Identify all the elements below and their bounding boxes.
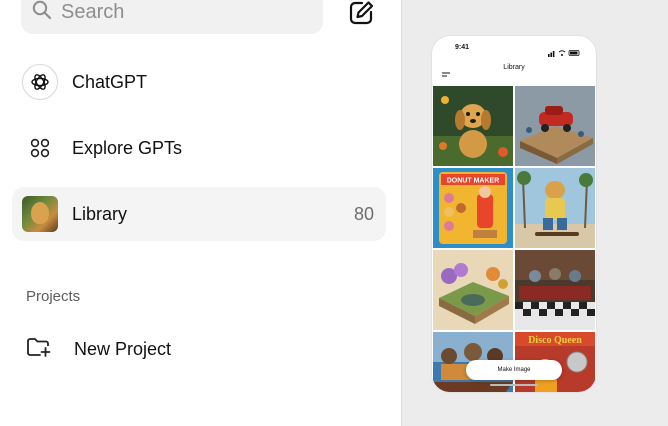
chatgpt-icon-wrap: [22, 64, 58, 100]
make-image-button[interactable]: Make Image: [466, 360, 562, 380]
sidebar: ChatGPT Explore GPTs Library 80 Projects: [0, 0, 402, 426]
library-thumbnail: [22, 196, 58, 232]
image-tile-diner-diorama[interactable]: [515, 250, 595, 330]
status-icons: [548, 44, 582, 57]
search-bar[interactable]: [21, 0, 323, 34]
phone-header: Library: [432, 58, 596, 82]
grid-dots-icon: [22, 130, 58, 166]
phone-mockup: 9:41 Library DONUT MAKER Disco Queen Mak…: [432, 36, 596, 392]
sidebar-item-explore-gpts[interactable]: Explore GPTs: [12, 121, 386, 175]
image-tile-skateboard-cat[interactable]: [515, 168, 595, 248]
compose-icon[interactable]: [348, 0, 376, 26]
sidebar-item-label: Explore GPTs: [72, 137, 183, 158]
folder-plus-icon: [26, 335, 52, 364]
status-time: 9:41: [455, 44, 470, 51]
new-project-label: New Project: [74, 338, 172, 359]
home-indicator: [490, 384, 538, 386]
image-tile-puppy[interactable]: [433, 86, 513, 166]
sidebar-item-label: ChatGPT: [72, 71, 148, 92]
image-tile-garden-diorama[interactable]: [433, 250, 513, 330]
openai-logo-icon: [22, 64, 58, 100]
disco-queen-text: Disco Queen: [528, 335, 582, 346]
status-bar: 9:41: [432, 36, 596, 58]
sidebar-item-label: Library: [72, 203, 128, 224]
donut-maker-text: DONUT MAKER: [447, 178, 500, 185]
library-count: 80: [353, 203, 374, 224]
sidebar-item-library[interactable]: Library 80: [12, 187, 386, 241]
projects-section-title: Projects: [26, 288, 81, 305]
image-grid: DONUT MAKER Disco Queen: [433, 86, 595, 392]
search-icon: [32, 0, 52, 25]
library-thumb-wrap: [22, 196, 58, 232]
sidebar-item-chatgpt[interactable]: ChatGPT: [12, 55, 386, 109]
image-tile-car-diorama[interactable]: [515, 86, 595, 166]
new-project-button[interactable]: New Project: [26, 334, 171, 364]
image-tile-donut-maker[interactable]: DONUT MAKER: [433, 168, 513, 248]
phone-header-title: Library: [503, 64, 525, 71]
search-input[interactable]: [61, 0, 301, 24]
